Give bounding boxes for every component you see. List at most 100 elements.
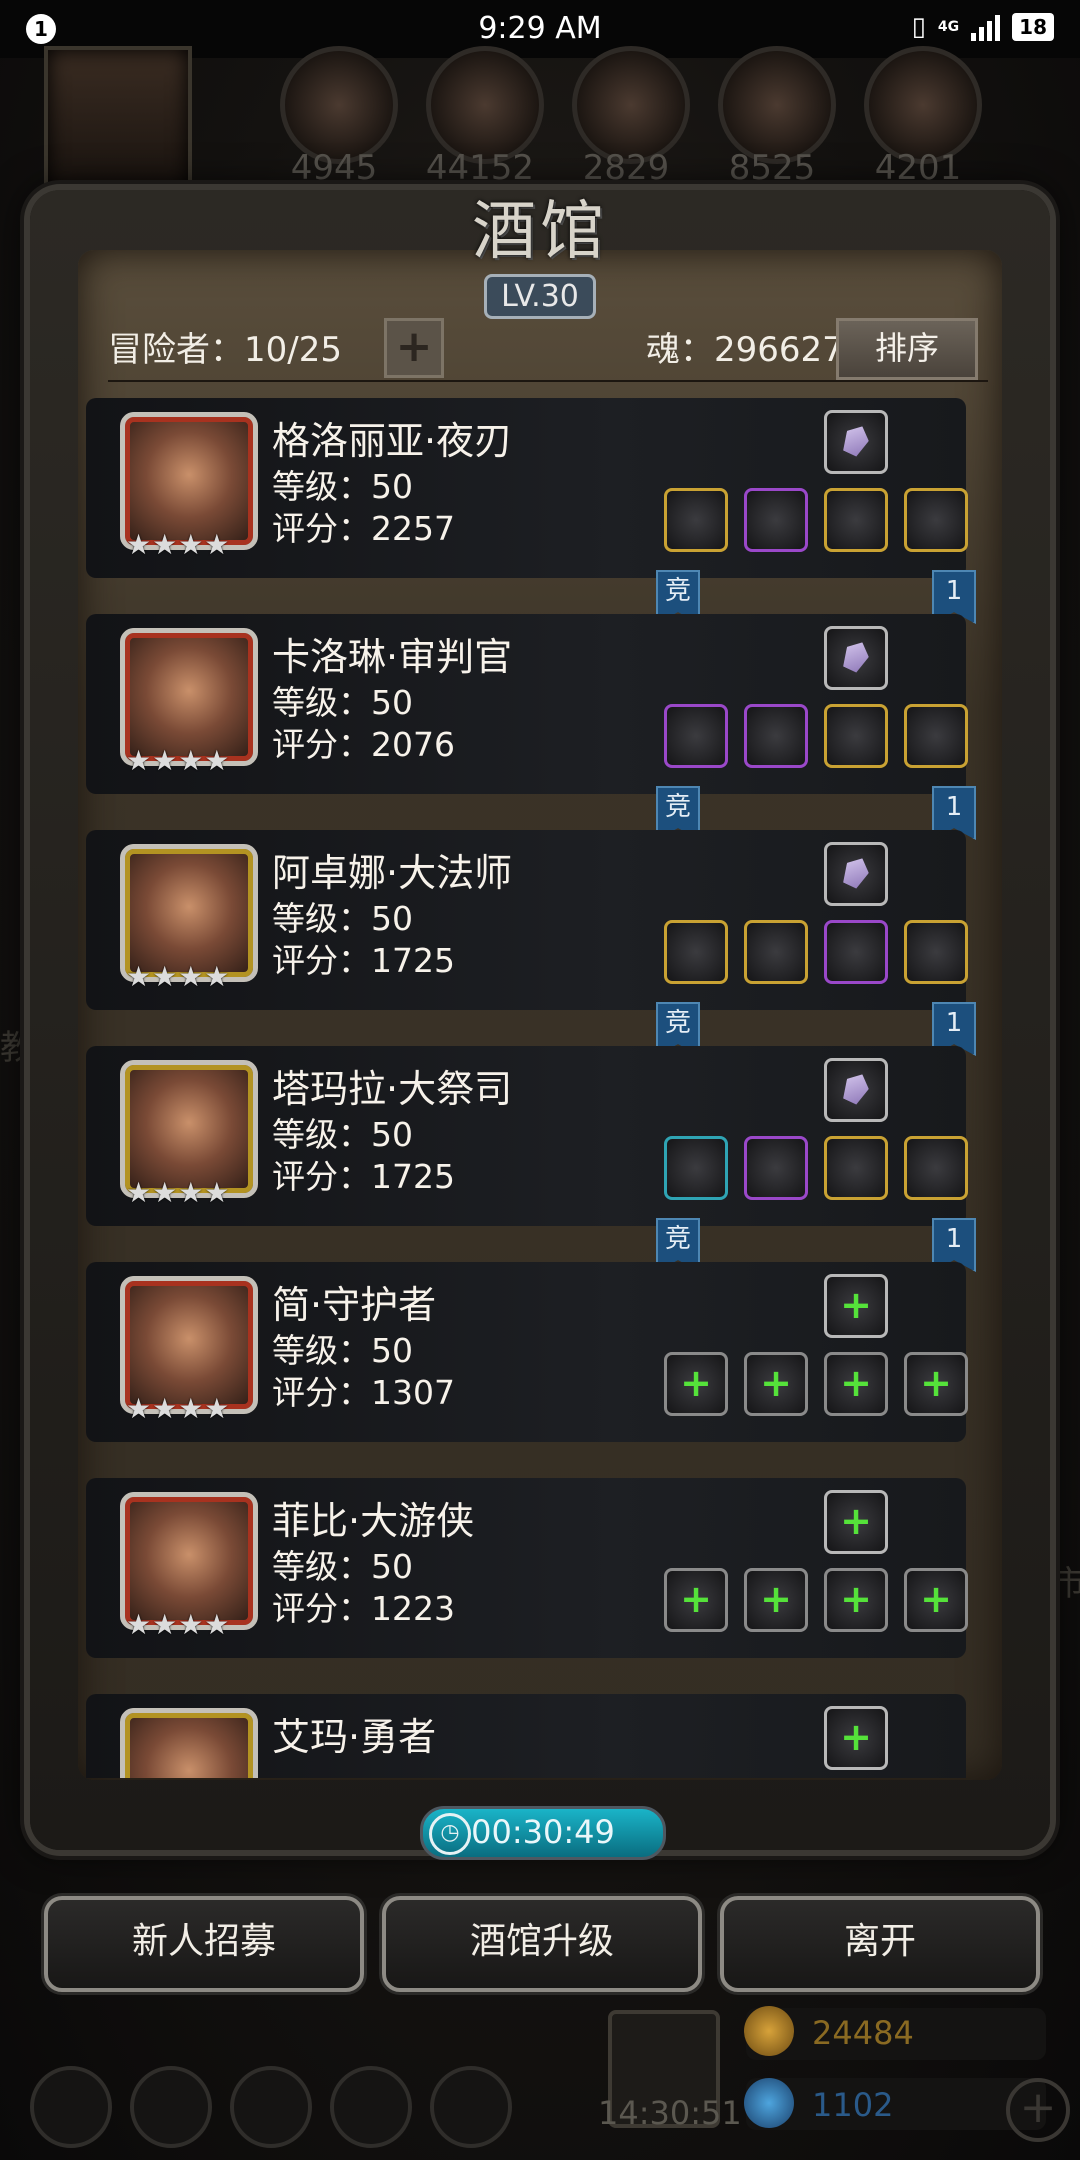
hero-stars: ★★★★: [126, 528, 231, 561]
header-divider: [108, 380, 988, 382]
status-icons: ▯ 4G 18: [912, 12, 1054, 42]
mail-icon[interactable]: [330, 2066, 412, 2148]
add-equipment-slot[interactable]: +: [904, 1352, 968, 1416]
crystal-icon: [839, 853, 873, 890]
hero-level: 等级：50: [272, 1331, 413, 1370]
add-equipment-slot[interactable]: +: [664, 1352, 728, 1416]
equipment-slot[interactable]: [904, 488, 968, 552]
hero-stars: ★★★★: [126, 744, 231, 777]
adventurer-count: 冒险者：10/25: [108, 330, 342, 370]
background-text-left: 教: [0, 1028, 34, 1068]
sort-button[interactable]: 排序: [836, 318, 978, 380]
hero-row[interactable]: ★★★★ 格洛丽亚·夜刃 等级：50 评分：2257 竞 1: [86, 398, 996, 624]
equipment-slot[interactable]: [824, 704, 888, 768]
hero-stars: ★★★★: [126, 1392, 231, 1425]
hero-name: 简·守护者: [272, 1283, 437, 1327]
add-adventurer-slot-button[interactable]: +: [384, 318, 444, 378]
hero-score: 评分：2257: [272, 509, 455, 548]
hero-row[interactable]: ★★★★ 卡洛琳·审判官 等级：50 评分：2076 竞 1: [86, 614, 996, 840]
equipment-slot[interactable]: [824, 920, 888, 984]
hero-row[interactable]: ★★★★ 菲比·大游侠 等级：50 评分：1223 + + + + +: [86, 1478, 996, 1694]
hero-level: 等级：50: [272, 467, 413, 506]
add-equipment-slot[interactable]: +: [904, 1568, 968, 1632]
hero-stars: ★★★★: [126, 960, 231, 993]
crystal-icon: [839, 421, 873, 458]
resource-icon-5[interactable]: [864, 46, 982, 164]
tavern-timer: ◷ 00:30:49: [420, 1806, 666, 1860]
resource-icon-4[interactable]: [718, 46, 836, 164]
background-text-right: 市: [1052, 1564, 1080, 1604]
resource-value-1: 4945: [290, 148, 378, 188]
resource-icon-2[interactable]: [426, 46, 544, 164]
player-avatar[interactable]: [44, 46, 192, 194]
equipment-slot[interactable]: [744, 920, 808, 984]
add-equipment-slot[interactable]: +: [744, 1352, 808, 1416]
timer-value: 00:30:49: [471, 1813, 615, 1851]
add-equipment-slot[interactable]: +: [824, 1352, 888, 1416]
hero-list[interactable]: ★★★★ 格洛丽亚·夜刃 等级：50 评分：2257 竞 1 ★★★★ 卡洛琳·审判官 等级：5…: [86, 398, 996, 1778]
crystal-slot[interactable]: [824, 626, 888, 690]
gem-icon: [744, 2078, 794, 2128]
soul-count: 魂：296627: [646, 330, 844, 370]
signal-icon: [971, 13, 1001, 41]
hero-name: 菲比·大游侠: [272, 1499, 475, 1543]
leave-button[interactable]: 离开: [720, 1896, 1040, 1992]
crystal-icon: [839, 637, 873, 674]
gift-countdown: 14:30:51: [598, 2094, 742, 2132]
hero-stars: ★★★★: [126, 1608, 231, 1641]
resource-value-4: 8525: [728, 148, 816, 188]
hero-row[interactable]: ★★★★ 塔玛拉·大祭司 等级：50 评分：1725 竞 1: [86, 1046, 996, 1272]
tavern-title-plate: 酒馆 LV.30: [430, 180, 650, 319]
ranking-icon[interactable]: [230, 2066, 312, 2148]
hero-name: 塔玛拉·大祭司: [272, 1067, 513, 1111]
hero-row[interactable]: 艾玛·勇者 +: [86, 1694, 996, 1778]
clock-icon: ◷: [429, 1813, 471, 1855]
gold-value: 24484: [812, 2014, 914, 2052]
hero-name: 阿卓娜·大法师: [272, 851, 513, 895]
equipment-slot[interactable]: [744, 1136, 808, 1200]
equipment-slot[interactable]: [744, 488, 808, 552]
hero-level: 等级：50: [272, 899, 413, 938]
add-equipment-slot[interactable]: +: [664, 1568, 728, 1632]
hero-name: 艾玛·勇者: [272, 1715, 437, 1759]
hero-score: 评分：1223: [272, 1589, 455, 1628]
network-label: 4G: [937, 19, 960, 35]
gem-value: 1102: [812, 2086, 894, 2124]
equipment-slot[interactable]: [664, 920, 728, 984]
crystal-slot[interactable]: [824, 842, 888, 906]
add-crystal-slot[interactable]: +: [824, 1490, 888, 1554]
hero-level: 等级：50: [272, 1115, 413, 1154]
handshake-icon[interactable]: [430, 2066, 512, 2148]
equipment-slot[interactable]: [664, 488, 728, 552]
achievement-icon[interactable]: [130, 2066, 212, 2148]
equipment-slot[interactable]: [664, 1136, 728, 1200]
crystal-slot[interactable]: [824, 1058, 888, 1122]
equipment-slot[interactable]: [904, 704, 968, 768]
vibrate-icon: ▯: [911, 12, 926, 42]
hero-row[interactable]: ★★★★ 阿卓娜·大法师 等级：50 评分：1725 竞 1: [86, 830, 996, 1056]
equipment-slot[interactable]: [824, 1136, 888, 1200]
upgrade-tavern-button[interactable]: 酒馆升级: [382, 1896, 702, 1992]
equipment-slot[interactable]: [744, 704, 808, 768]
resource-icon-3[interactable]: [572, 46, 690, 164]
gold-coin-icon: [744, 2006, 794, 2056]
hero-score: 评分：2076: [272, 725, 455, 764]
add-equipment-slot[interactable]: +: [824, 1568, 888, 1632]
add-equipment-slot[interactable]: +: [744, 1568, 808, 1632]
equipment-slot[interactable]: [904, 920, 968, 984]
add-crystal-slot[interactable]: +: [824, 1274, 888, 1338]
hero-row[interactable]: ★★★★ 简·守护者 等级：50 评分：1307 + + + + +: [86, 1262, 996, 1478]
equipment-slot[interactable]: [664, 704, 728, 768]
equipment-slot[interactable]: [824, 488, 888, 552]
resource-icon-1[interactable]: [280, 46, 398, 164]
add-crystal-slot[interactable]: +: [824, 1706, 888, 1770]
add-currency-button[interactable]: +: [1006, 2078, 1070, 2142]
crystal-icon: [839, 1069, 873, 1106]
hero-portrait[interactable]: [120, 1708, 258, 1778]
hero-name: 卡洛琳·审判官: [272, 635, 513, 679]
crystal-slot[interactable]: [824, 410, 888, 474]
settings-icon[interactable]: [30, 2066, 112, 2148]
equipment-slot[interactable]: [904, 1136, 968, 1200]
hero-level: 等级：50: [272, 1547, 413, 1586]
recruit-button[interactable]: 新人招募: [44, 1896, 364, 1992]
